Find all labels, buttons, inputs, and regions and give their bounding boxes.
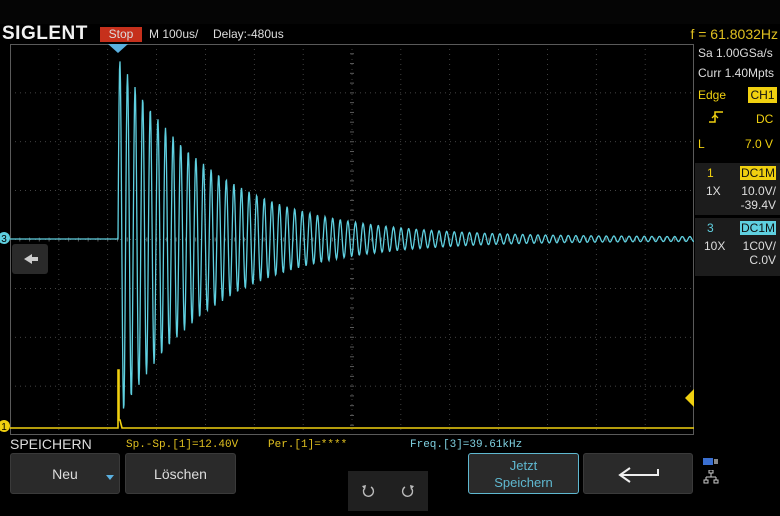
svg-text:3: 3 [1, 234, 7, 245]
menu-title: SPEICHERN [10, 436, 92, 452]
channel-3-info[interactable]: 3 DC1M 10X 1C0V/ C.0V [695, 218, 780, 276]
timebase-readout[interactable]: M 100us/ [149, 27, 198, 41]
measurement-period: Per.[1]=**** [268, 439, 348, 451]
utility-icons [697, 453, 780, 494]
waveform-display[interactable] [10, 44, 694, 435]
ch3-offset-marker[interactable]: 3 [0, 229, 12, 247]
channel-1-info[interactable]: 1 DC1M 1X 10.0V/ -39.4V [695, 163, 780, 215]
trigger-position-marker[interactable] [108, 44, 128, 53]
arrow-left-icon [24, 254, 38, 264]
trigger-type[interactable]: Edge [698, 88, 726, 102]
ch1-offset-marker[interactable]: 1 [0, 418, 12, 434]
return-arrow-icon [618, 467, 659, 483]
trigger-level-label: L [698, 137, 705, 151]
usb-storage-icon[interactable] [703, 457, 719, 467]
side-menu-toggle[interactable] [12, 244, 48, 274]
save-now-button[interactable]: Jetzt Speichern [468, 453, 579, 494]
trigger-level: 7.0 V [745, 137, 774, 151]
undo-redo-panel [348, 471, 428, 511]
sample-rate: Sa 1.00GSa/s [698, 46, 773, 60]
undo-icon[interactable] [360, 483, 376, 499]
back-button[interactable] [583, 453, 693, 494]
frequency-counter: f = 61.8032Hz [690, 26, 778, 42]
redo-icon[interactable] [400, 483, 416, 499]
memory-depth: Curr 1.40Mpts [698, 66, 775, 80]
measurement-frequency: Freq.[3]=39.61kHz [410, 439, 523, 451]
brand-logo: SIGLENT [2, 23, 88, 44]
trigger-level-marker[interactable] [685, 389, 694, 407]
trigger-coupling: DC [756, 112, 774, 126]
svg-text:1: 1 [1, 422, 7, 433]
chevron-down-icon [106, 475, 114, 480]
new-button[interactable]: Neu [10, 453, 120, 494]
run-stop-status[interactable]: Stop [100, 27, 142, 42]
delay-readout[interactable]: Delay:-480us [213, 27, 284, 41]
delete-button[interactable]: Löschen [125, 453, 236, 494]
measurement-peak-to-peak: Sp.-Sp.[1]=12.40V [126, 439, 239, 451]
top-status-bar [0, 0, 780, 44]
network-icon[interactable] [703, 470, 719, 484]
rising-edge-icon [708, 110, 724, 127]
trigger-source[interactable]: CH1 [748, 87, 777, 103]
